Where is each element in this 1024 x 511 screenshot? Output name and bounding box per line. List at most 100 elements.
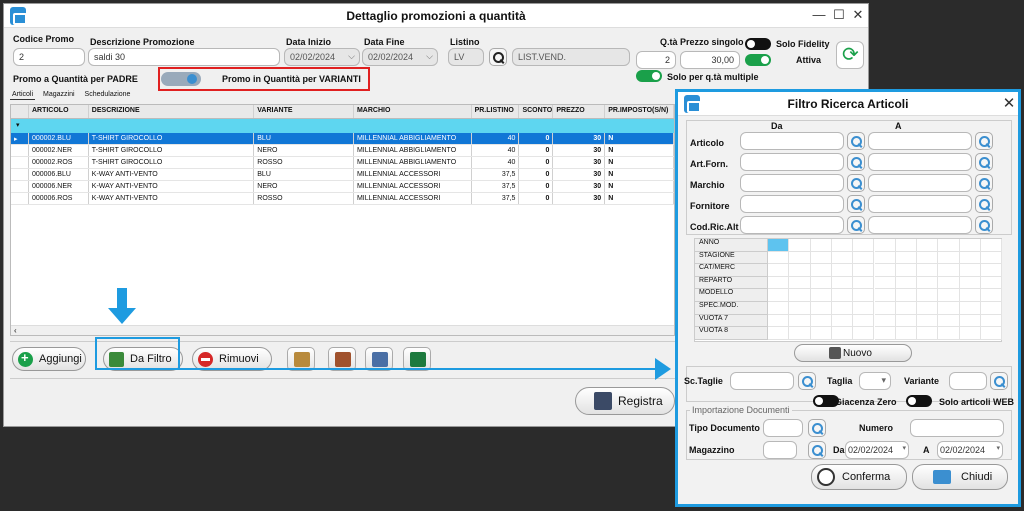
row-selector[interactable] — [11, 145, 29, 156]
table-row[interactable]: ▸ 000002.BLU T-SHIRT GIROCOLLO BLU MILLENNIA… — [11, 133, 674, 145]
attribute-cell[interactable] — [789, 289, 811, 302]
listino-code-field[interactable]: LV — [448, 48, 484, 66]
attribute-cell[interactable] — [895, 239, 918, 252]
attribute-cell[interactable] — [938, 327, 960, 340]
attribute-cell[interactable] — [959, 239, 981, 252]
attribute-cell[interactable] — [853, 264, 875, 277]
attribute-cell[interactable] — [959, 327, 981, 340]
attribute-cell[interactable] — [981, 289, 1003, 302]
attribute-cell[interactable] — [938, 289, 960, 302]
attribute-cell[interactable] — [917, 302, 939, 315]
attribute-cell[interactable] — [768, 314, 790, 328]
fornitore-da-field[interactable] — [740, 195, 844, 213]
attribute-cell[interactable] — [959, 251, 981, 265]
sc-taglie-search-icon[interactable] — [798, 372, 816, 390]
listino-search-icon[interactable] — [489, 48, 507, 66]
attribute-cell[interactable] — [938, 276, 960, 290]
column-header[interactable]: DESCRIZIONE — [89, 105, 255, 118]
attribute-cell[interactable] — [768, 276, 790, 290]
table-row[interactable]: 000006.BLU K-WAY ANTI-VENTO BLU MILLENNIAL … — [11, 169, 674, 181]
attribute-cell[interactable] — [831, 251, 854, 265]
tipo-documento-search-icon[interactable] — [808, 419, 826, 437]
maximize-icon[interactable]: ☐ — [830, 7, 848, 23]
attribute-cell[interactable] — [789, 251, 811, 265]
table-row[interactable]: 000006.ROS K-WAY ANTI-VENTO ROSSO MILLENNIA… — [11, 193, 674, 205]
attribute-cell[interactable] — [853, 251, 875, 265]
conferma-button[interactable]: Conferma — [811, 464, 907, 490]
attribute-cell[interactable] — [959, 264, 981, 277]
data-fine-field[interactable]: 02/02/2024 ⌵ — [362, 48, 438, 66]
cod-ric-alt-da-search-icon[interactable] — [847, 216, 865, 234]
attribute-cell[interactable] — [853, 289, 875, 302]
attribute-cell[interactable] — [853, 302, 875, 315]
close-icon[interactable]: ✕ — [1000, 94, 1018, 112]
registra-button[interactable]: Registra — [575, 387, 675, 415]
nuovo-button[interactable]: Nuovo — [794, 344, 912, 362]
attribute-cell[interactable] — [853, 239, 875, 252]
attribute-cell[interactable] — [789, 302, 811, 315]
chiudi-button[interactable]: Chiudi — [912, 464, 1008, 490]
attribute-cell[interactable] — [981, 314, 1003, 328]
marchio-a-search-icon[interactable] — [975, 174, 993, 192]
attribute-cell[interactable] — [938, 302, 960, 315]
column-header[interactable]: PREZZO — [553, 105, 606, 118]
attribute-cell[interactable] — [768, 289, 790, 302]
column-header[interactable]: PR.IMPOSTO(S/N) — [605, 105, 674, 118]
attribute-cell[interactable] — [895, 302, 918, 315]
attribute-cell[interactable] — [895, 289, 918, 302]
attribute-cell[interactable] — [768, 302, 790, 315]
qta-field[interactable]: 2 — [636, 51, 676, 69]
attribute-cell[interactable] — [981, 239, 1003, 252]
attribute-cell[interactable] — [874, 302, 896, 315]
art-forn-da-field[interactable] — [740, 153, 844, 171]
filter-row[interactable]: ▾ — [11, 119, 674, 133]
attribute-cell[interactable] — [810, 302, 832, 315]
attribute-cell[interactable] — [853, 314, 875, 328]
marchio-a-field[interactable] — [868, 174, 972, 192]
column-header[interactable]: SCONTO — [519, 105, 554, 118]
attribute-cell[interactable] — [917, 289, 939, 302]
row-selector[interactable] — [11, 181, 29, 192]
attribute-cell[interactable] — [981, 276, 1003, 290]
attribute-cell[interactable] — [917, 276, 939, 290]
attribute-cell[interactable] — [959, 276, 981, 290]
attiva-toggle[interactable] — [745, 54, 771, 66]
solo-fidelity-toggle[interactable] — [745, 38, 771, 50]
attribute-cell[interactable] — [981, 264, 1003, 277]
attribute-cell[interactable] — [831, 239, 854, 252]
attribute-cell[interactable] — [789, 327, 811, 340]
articolo-da-field[interactable] — [740, 132, 844, 150]
attribute-cell[interactable] — [874, 289, 896, 302]
art-forn-da-search-icon[interactable] — [847, 153, 865, 171]
row-selector[interactable]: ▸ — [11, 133, 29, 144]
attribute-cell[interactable] — [789, 276, 811, 290]
attribute-cell[interactable] — [810, 239, 832, 252]
attribute-cell[interactable] — [831, 327, 854, 340]
marchio-da-search-icon[interactable] — [847, 174, 865, 192]
row-selector[interactable] — [11, 193, 29, 204]
prezzo-field[interactable]: 30,00 — [680, 51, 740, 69]
horizontal-scrollbar[interactable]: ‹ — [11, 325, 674, 335]
table-row[interactable]: 000006.NER K-WAY ANTI-VENTO NERO MILLENNIAL… — [11, 181, 674, 193]
refresh-icon[interactable] — [836, 41, 864, 69]
cod-ric-alt-a-field[interactable] — [868, 216, 972, 234]
articolo-da-search-icon[interactable] — [847, 132, 865, 150]
attribute-cell[interactable] — [959, 302, 981, 315]
row-selector[interactable] — [11, 169, 29, 180]
solo-web-toggle[interactable] — [906, 395, 932, 407]
scroll-left-icon[interactable]: ‹ — [14, 326, 17, 335]
tab-articoli[interactable]: Articoli — [10, 90, 36, 100]
magazzino-search-icon[interactable] — [808, 441, 826, 459]
table-row[interactable]: 000002.NER T-SHIRT GIROCOLLO NERO MILLENNIA… — [11, 145, 674, 157]
attribute-cell[interactable] — [938, 239, 960, 252]
tipo-documento-field[interactable] — [763, 419, 803, 437]
sc-taglie-field[interactable] — [730, 372, 794, 390]
art-forn-a-field[interactable] — [868, 153, 972, 171]
variante-field[interactable] — [949, 372, 987, 390]
attribute-cell[interactable] — [768, 239, 790, 252]
codice-field[interactable]: 2 — [13, 48, 85, 66]
attribute-cell[interactable] — [810, 314, 832, 328]
attribute-cell[interactable] — [831, 264, 854, 277]
marchio-da-field[interactable] — [740, 174, 844, 192]
attribute-cell[interactable] — [917, 251, 939, 265]
